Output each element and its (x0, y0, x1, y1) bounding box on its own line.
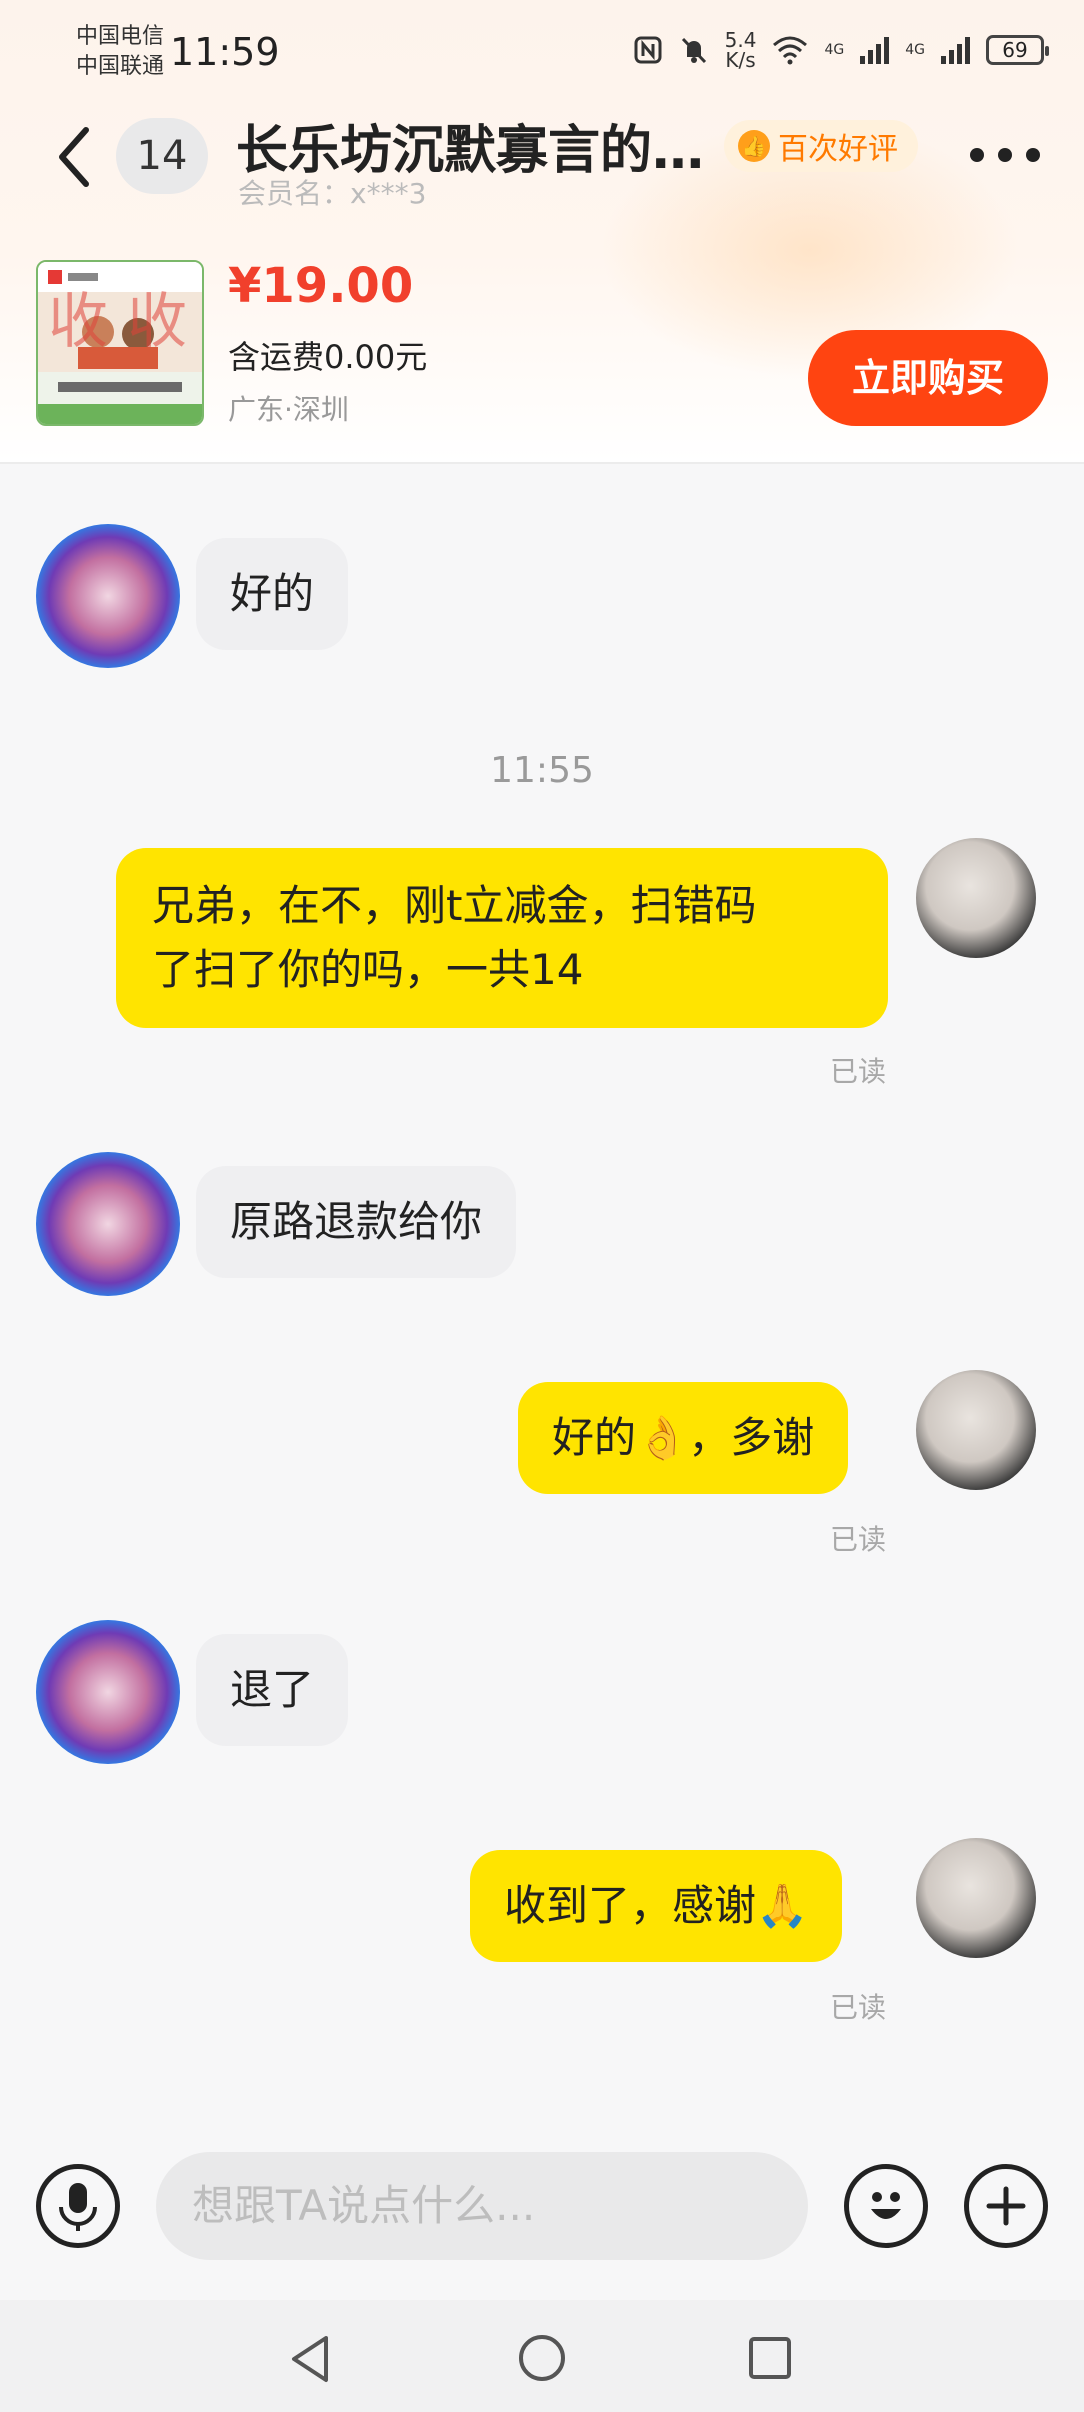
network-speed-unit: K/s (725, 48, 756, 72)
seller-avatar[interactable] (36, 524, 180, 668)
product-price: ¥19.00 (228, 258, 414, 314)
voice-button[interactable] (36, 2164, 120, 2248)
carrier-1: 中国电信 (76, 24, 165, 49)
network-type-2: 4G (905, 42, 925, 58)
status-icons: 5.4 K/s 4G 4G 69 (633, 30, 1049, 70)
product-thumbnail: 收 收 (38, 262, 202, 424)
microphone-icon (59, 2183, 97, 2231)
more-actions-button[interactable] (964, 2164, 1048, 2248)
network-speed: 5.4 K/s (725, 30, 757, 70)
battery-icon: 69 (986, 35, 1049, 65)
product-image[interactable]: 收 收 (36, 260, 204, 426)
seller-avatar[interactable] (36, 1620, 180, 1764)
circle-home-icon[interactable] (516, 2332, 568, 2384)
status-time: 11:59 (170, 30, 280, 74)
buy-now-button[interactable]: 立即购买 (808, 330, 1048, 426)
message-bubble-me[interactable]: 好的👌，多谢 (518, 1382, 849, 1494)
message-bubble-other[interactable]: 退了 (196, 1634, 349, 1746)
square-recents-icon[interactable] (746, 2334, 794, 2382)
more-dot (970, 148, 984, 162)
network-type-1: 4G (824, 42, 845, 58)
status-bar: 中国电信 中国联通 11:59 5.4 K/s 4G 4G 69 (0, 0, 1084, 100)
more-dot (1026, 148, 1040, 162)
nfc-icon (634, 36, 662, 64)
message-line: 了扫了你的吗，一共14 (152, 945, 584, 994)
back-button[interactable] (50, 122, 100, 192)
emoji-icon (871, 2192, 901, 2219)
message-bubble-me[interactable]: 收到了，感谢🙏 (470, 1850, 843, 1962)
message-line: 兄弟，在不，刚t立减金，扫错码 (152, 881, 757, 930)
plus-icon (986, 2186, 1026, 2226)
time-separator: 11:55 (490, 750, 594, 791)
read-receipt: 已读 (830, 1055, 887, 1088)
message-input[interactable]: 想跟TA说点什么... (156, 2152, 808, 2260)
more-button[interactable] (970, 140, 1040, 170)
more-dot (998, 148, 1012, 162)
my-avatar[interactable] (916, 1838, 1036, 1958)
system-nav-bar (0, 2300, 1084, 2412)
member-name: 会员名：x***3 (238, 177, 427, 210)
unread-count-badge[interactable]: 14 (116, 118, 208, 194)
thumbs-up-icon: 👍 (738, 130, 770, 162)
carrier-labels: 中国电信 中国联通 (76, 22, 164, 82)
carrier-2: 中国联通 (76, 54, 165, 79)
message-bubble-me[interactable]: 兄弟，在不，刚t立减金，扫错码 了扫了你的吗，一共14 (116, 848, 888, 1028)
product-location: 广东·深圳 (228, 393, 349, 426)
read-receipt: 已读 (830, 1991, 887, 2024)
seller-avatar[interactable] (36, 1152, 180, 1296)
message-bubble-other[interactable]: 原路退款给你 (196, 1166, 517, 1278)
signal-2-icon (941, 36, 970, 64)
rating-badge[interactable]: 👍 百次好评 (724, 120, 918, 172)
product-stamp: 收 收 (48, 287, 187, 357)
message-bubble-other[interactable]: 好的 (196, 538, 349, 650)
wifi-icon (773, 36, 808, 65)
read-receipt: 已读 (830, 1523, 887, 1556)
rating-badge-label: 百次好评 (778, 132, 898, 167)
signal-1-icon (860, 36, 890, 64)
triangle-back-icon[interactable] (286, 2332, 336, 2386)
my-avatar[interactable] (916, 838, 1036, 958)
emoji-button[interactable] (844, 2164, 928, 2248)
network-speed-value: 5.4 (724, 28, 757, 52)
product-shipping: 含运费0.00元 (228, 338, 428, 376)
mute-bell-icon (681, 37, 706, 64)
my-avatar[interactable] (916, 1370, 1036, 1490)
